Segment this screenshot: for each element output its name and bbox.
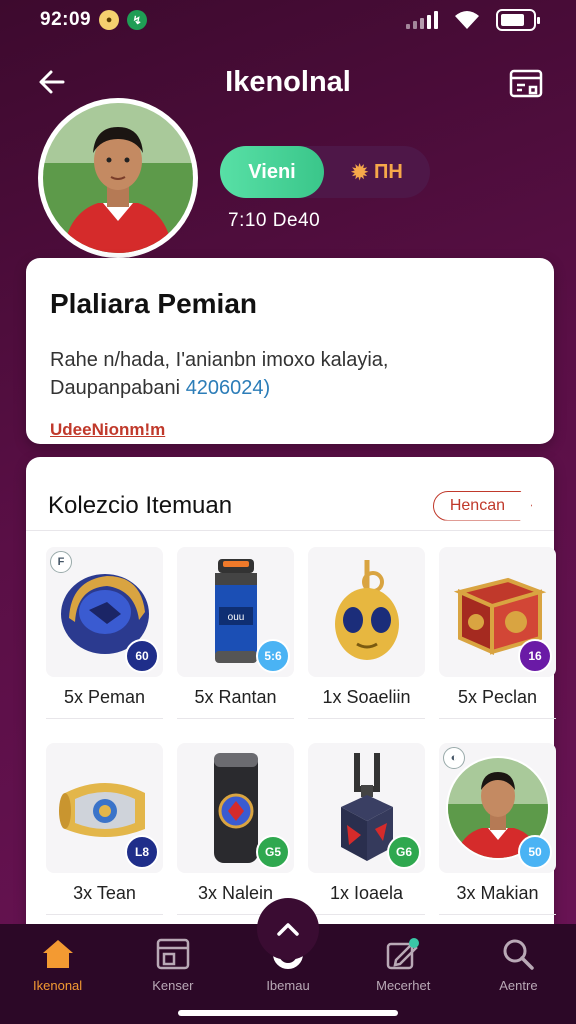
- item-badge: 16: [518, 639, 552, 673]
- item-badge: 5:6: [256, 639, 290, 673]
- home-indicator[interactable]: [178, 1010, 398, 1016]
- status-bar: 92:09 ● ↯: [0, 0, 576, 40]
- item-tile: F 60: [46, 547, 163, 677]
- item-tile: L8: [46, 743, 163, 873]
- toggle-option-active[interactable]: Vieni: [220, 146, 324, 198]
- nav-label: Kenser: [152, 978, 194, 993]
- info-card: Plaliara Pemian Rahe n/hada, I'anianbn i…: [26, 258, 554, 444]
- status-time: 92:09: [40, 9, 92, 30]
- item-label: 5x Peman: [46, 687, 163, 719]
- edit-icon: [386, 938, 420, 970]
- signal-icon: [406, 11, 438, 29]
- item-badge: 60: [125, 639, 159, 673]
- info-link[interactable]: UdeeNionm!m: [50, 420, 530, 440]
- scroll-up-button[interactable]: [257, 898, 319, 960]
- item-card[interactable]: G6 1x Ioaela: [308, 743, 425, 915]
- receipt-icon: [509, 69, 543, 98]
- app-notification-icon: ↯: [127, 10, 148, 30]
- item-grid: F 60 5x Peman ouu 5:6 5x Rantan 1x Soael…: [46, 547, 556, 915]
- item-card[interactable]: F 60 5x Peman: [46, 547, 163, 719]
- toggle-option-inactive[interactable]: ✹ ПН: [324, 160, 430, 185]
- item-badge: 50: [518, 835, 552, 869]
- item-tile: G6: [308, 743, 425, 873]
- item-card[interactable]: 1x Soaeliin: [308, 547, 425, 719]
- item-card[interactable]: 16 5x Peclan: [439, 547, 556, 719]
- item-badge: G5: [256, 835, 290, 869]
- coin-icon: ✹: [351, 161, 368, 184]
- item-card[interactable]: ouu 5:6 5x Rantan: [177, 547, 294, 719]
- collection-view-button[interactable]: Hencan: [432, 490, 532, 521]
- item-card[interactable]: L8 3x Tean: [46, 743, 163, 915]
- info-line-1: Rahe n/hada, I'anianbn imoxo kalayia,: [50, 349, 389, 371]
- toggle-option-label: ПН: [373, 160, 403, 183]
- item-label: 3x Makian: [439, 883, 556, 915]
- info-line-2-text: Daupanpabani: [50, 377, 186, 399]
- item-tile: G5: [177, 743, 294, 873]
- page-title: Ikenolnal: [225, 65, 351, 98]
- item-badge: G6: [387, 835, 421, 869]
- nav-label: Ibemau: [266, 978, 310, 993]
- chevron-up-icon: [277, 923, 299, 936]
- globe-icon: ◐: [443, 747, 465, 769]
- nav-label: Aentre: [499, 978, 538, 993]
- info-code: 4206024): [185, 377, 271, 399]
- avatar[interactable]: [38, 98, 198, 258]
- search-icon: [503, 939, 535, 970]
- player-photo: [43, 103, 193, 253]
- back-button[interactable]: [34, 64, 70, 100]
- menu-button[interactable]: [506, 64, 546, 104]
- item-tile: ouu 5:6: [177, 547, 294, 677]
- item-card[interactable]: G5 3x Nalein: [177, 743, 294, 915]
- nav-label: Ikenonal: [33, 978, 83, 993]
- item-tile: [308, 547, 425, 677]
- notification-icon: ●: [99, 10, 120, 30]
- nav-item-home[interactable]: Ikenonal: [0, 938, 115, 1024]
- collection-title: Kolezcio Itemuan: [48, 491, 233, 519]
- alien-keychain-icon: [334, 560, 399, 660]
- item-card[interactable]: ◐ 50 3x Makian: [439, 743, 556, 915]
- svg-text:ouu: ouu: [227, 612, 244, 623]
- status-toggle[interactable]: Vieni ✹ ПН: [220, 146, 430, 198]
- info-icon: F: [50, 551, 72, 573]
- item-tile: ◐ 50: [439, 743, 556, 873]
- nav-label: Mecerhet: [376, 978, 431, 993]
- inbox-icon: [156, 938, 190, 970]
- header: Ikenolnal: [0, 56, 576, 108]
- points-text: 7:10 De40: [228, 210, 321, 231]
- item-label: 3x Tean: [46, 883, 163, 915]
- wifi-icon: [455, 11, 479, 29]
- info-description: Rahe n/hada, I'anianbn imoxo kalayia, Da…: [50, 346, 530, 402]
- home-icon: [42, 940, 73, 968]
- info-line-2: Daupanpabani 4206024): [50, 374, 530, 402]
- info-title: Plaliara Pemian: [50, 288, 258, 319]
- item-badge: L8: [125, 835, 159, 869]
- item-label: 5x Rantan: [177, 687, 294, 719]
- collection-card: Kolezcio Itemuan Hencan F 60 5x Peman ou…: [26, 457, 556, 937]
- battery-icon: [496, 9, 540, 31]
- back-arrow-icon: [39, 70, 65, 94]
- collection-header: Kolezcio Itemuan Hencan: [26, 457, 554, 531]
- nav-item-search[interactable]: Aentre: [461, 938, 576, 1024]
- item-label: 1x Soaeliin: [308, 687, 425, 719]
- item-label: 5x Peclan: [439, 687, 556, 719]
- item-tile: 16: [439, 547, 556, 677]
- item-label: 1x Ioaela: [308, 883, 425, 915]
